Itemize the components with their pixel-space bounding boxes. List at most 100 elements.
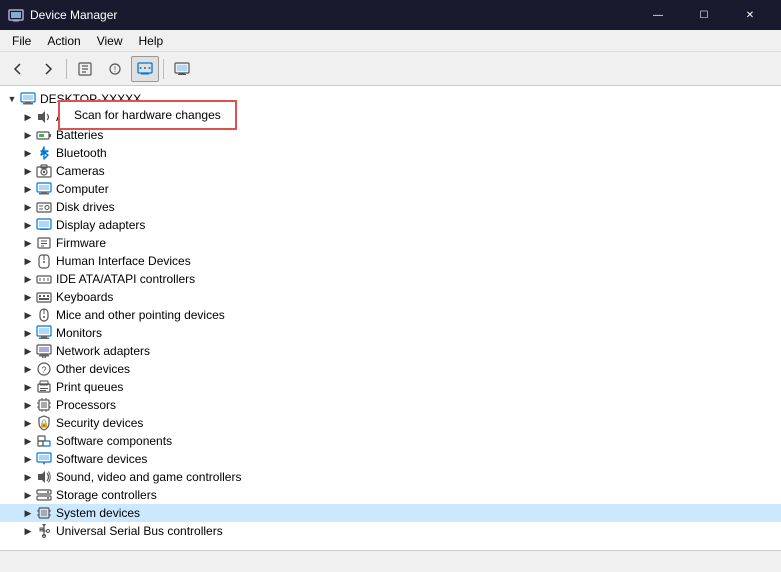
- usb-expander[interactable]: ▶: [20, 523, 36, 539]
- tree-item-hid[interactable]: ▶ Human Interface Devices: [0, 252, 781, 270]
- firmware-icon: [36, 235, 52, 251]
- computer-expander[interactable]: ▶: [20, 181, 36, 197]
- device-tree[interactable]: Scan for hardware changes ▼ DESKTOP-XXXX…: [0, 86, 781, 550]
- processors-expander[interactable]: ▶: [20, 397, 36, 413]
- tree-item-security[interactable]: ▶ 🔒 Security devices: [0, 414, 781, 432]
- keyboards-icon: [36, 289, 52, 305]
- monitors-label: Monitors: [56, 326, 102, 340]
- tree-item-processors[interactable]: ▶ Processors: [0, 396, 781, 414]
- tree-item-ide[interactable]: ▶ IDE ATA/ATAPI controllers: [0, 270, 781, 288]
- computer-label: Computer: [56, 182, 109, 196]
- toolbar-scan-button[interactable]: [131, 56, 159, 82]
- root-expander[interactable]: ▼: [4, 91, 20, 107]
- storage-expander[interactable]: ▶: [20, 487, 36, 503]
- processors-label: Processors: [56, 398, 116, 412]
- usb-icon: [36, 523, 52, 539]
- menu-view[interactable]: View: [89, 32, 131, 50]
- sound-label: Sound, video and game controllers: [56, 470, 241, 484]
- tree-item-print[interactable]: ▶ Print queues: [0, 378, 781, 396]
- cameras-label: Cameras: [56, 164, 105, 178]
- tree-item-bluetooth[interactable]: ▶ Bluetooth: [0, 144, 781, 162]
- tree-item-audio[interactable]: ▶ A...: [0, 108, 781, 126]
- ide-expander[interactable]: ▶: [20, 271, 36, 287]
- menu-help[interactable]: Help: [131, 32, 172, 50]
- batteries-expander[interactable]: ▶: [20, 127, 36, 143]
- tree-item-firmware[interactable]: ▶ Firmware: [0, 234, 781, 252]
- other-label: Other devices: [56, 362, 130, 376]
- mice-expander[interactable]: ▶: [20, 307, 36, 323]
- bluetooth-expander[interactable]: ▶: [20, 145, 36, 161]
- toolbar-monitor-button[interactable]: [168, 56, 196, 82]
- tree-item-batteries[interactable]: ▶ Batteries: [0, 126, 781, 144]
- print-expander[interactable]: ▶: [20, 379, 36, 395]
- ide-icon: [36, 271, 52, 287]
- title-bar: Device Manager — ☐ ✕: [0, 0, 781, 30]
- system-label: System devices: [56, 506, 140, 520]
- window-title: Device Manager: [30, 8, 635, 22]
- tree-item-disk[interactable]: ▶ Disk drives: [0, 198, 781, 216]
- minimize-button[interactable]: —: [635, 0, 681, 30]
- system-icon: [36, 505, 52, 521]
- root-computer-icon: [20, 91, 36, 107]
- softcomp-expander[interactable]: ▶: [20, 433, 36, 449]
- tree-item-softcomp[interactable]: ▶ Software components: [0, 432, 781, 450]
- tree-item-network[interactable]: ▶ Network adapters: [0, 342, 781, 360]
- tree-item-display[interactable]: ▶ Display adapters: [0, 216, 781, 234]
- monitors-expander[interactable]: ▶: [20, 325, 36, 341]
- keyboards-expander[interactable]: ▶: [20, 289, 36, 305]
- network-label: Network adapters: [56, 344, 150, 358]
- print-icon: [36, 379, 52, 395]
- display-icon: [36, 217, 52, 233]
- root-label: DESKTOP-XXXXX: [40, 92, 141, 106]
- tree-item-keyboards[interactable]: ▶ Keyboards: [0, 288, 781, 306]
- network-icon: [36, 343, 52, 359]
- softdev-expander[interactable]: ▶: [20, 451, 36, 467]
- audio-expander[interactable]: ▶: [20, 109, 36, 125]
- firmware-expander[interactable]: ▶: [20, 235, 36, 251]
- tree-item-usb[interactable]: ▶ Universal Serial Bus controllers: [0, 522, 781, 540]
- toolbar-back-button[interactable]: [4, 56, 32, 82]
- tree-item-computer[interactable]: ▶ Computer: [0, 180, 781, 198]
- hid-label: Human Interface Devices: [56, 254, 191, 268]
- softdev-label: Software devices: [56, 452, 147, 466]
- toolbar-separator-2: [163, 59, 164, 79]
- svg-text:!: !: [114, 65, 116, 74]
- print-label: Print queues: [56, 380, 123, 394]
- sound-expander[interactable]: ▶: [20, 469, 36, 485]
- hid-expander[interactable]: ▶: [20, 253, 36, 269]
- mice-icon: [36, 307, 52, 323]
- other-expander[interactable]: ▶: [20, 361, 36, 377]
- main-content: Scan for hardware changes ▼ DESKTOP-XXXX…: [0, 86, 781, 550]
- tree-item-softdev[interactable]: ▶ Software devices: [0, 450, 781, 468]
- ide-label: IDE ATA/ATAPI controllers: [56, 272, 195, 286]
- audio-icon: [36, 109, 52, 125]
- tree-item-monitors[interactable]: ▶ Monitors: [0, 324, 781, 342]
- tree-item-other[interactable]: ▶ ? Other devices: [0, 360, 781, 378]
- tree-item-sound[interactable]: ▶ Sound, video and game controllers: [0, 468, 781, 486]
- svg-text:🔒: 🔒: [39, 419, 49, 428]
- tree-item-mice[interactable]: ▶ Mice and other pointing devices: [0, 306, 781, 324]
- tree-item-cameras[interactable]: ▶ Cameras: [0, 162, 781, 180]
- toolbar-update-button[interactable]: !: [101, 56, 129, 82]
- toolbar-properties-button[interactable]: [71, 56, 99, 82]
- security-expander[interactable]: ▶: [20, 415, 36, 431]
- system-expander[interactable]: ▶: [20, 505, 36, 521]
- audio-label: A...: [56, 110, 74, 124]
- cameras-expander[interactable]: ▶: [20, 163, 36, 179]
- toolbar-forward-button[interactable]: [34, 56, 62, 82]
- tree-root[interactable]: ▼ DESKTOP-XXXXX: [0, 90, 781, 108]
- keyboards-label: Keyboards: [56, 290, 113, 304]
- disk-expander[interactable]: ▶: [20, 199, 36, 215]
- cameras-icon: [36, 163, 52, 179]
- menu-action[interactable]: Action: [39, 32, 88, 50]
- maximize-button[interactable]: ☐: [681, 0, 727, 30]
- softcomp-label: Software components: [56, 434, 172, 448]
- tree-item-system[interactable]: ▶ System devices: [0, 504, 781, 522]
- display-expander[interactable]: ▶: [20, 217, 36, 233]
- network-expander[interactable]: ▶: [20, 343, 36, 359]
- menu-file[interactable]: File: [4, 32, 39, 50]
- window-controls: — ☐ ✕: [635, 0, 773, 30]
- close-button[interactable]: ✕: [727, 0, 773, 30]
- toolbar: !: [0, 52, 781, 86]
- tree-item-storage[interactable]: ▶ Storage controllers: [0, 486, 781, 504]
